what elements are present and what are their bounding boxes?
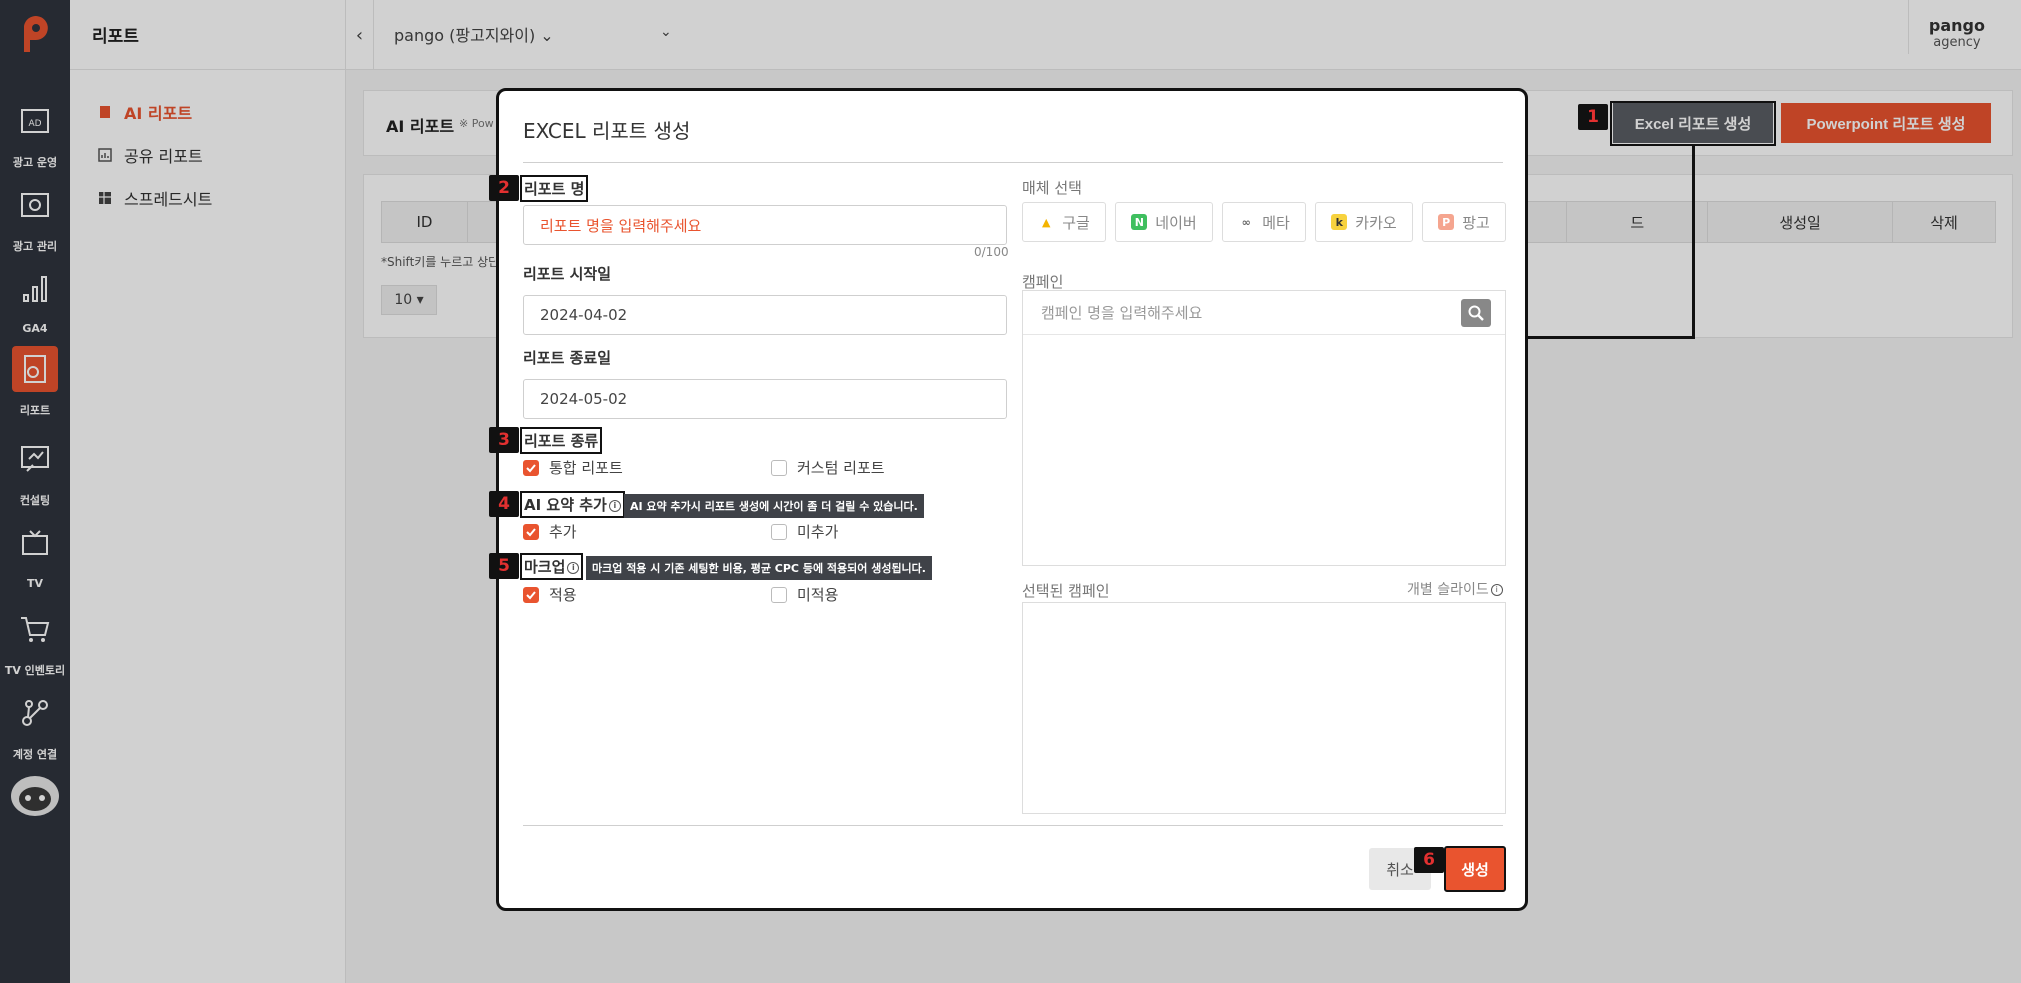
excel-report-modal: EXCEL 리포트 생성 2 리포트 명 리포트 명을 입력해주세요 0/100… <box>489 88 1528 911</box>
campaign-list: 캠페인 명을 입력해주세요 <box>1022 290 1506 566</box>
selected-campaign-label: 선택된 캠페인 <box>1022 582 1110 600</box>
step-marker: 5 <box>489 553 519 579</box>
media-google-button[interactable]: ▲ 구글 <box>1022 202 1106 242</box>
media-label-text: 팡고 <box>1462 213 1490 232</box>
callout-line <box>1528 336 1695 339</box>
step-marker: 4 <box>489 491 519 517</box>
start-date-label: 리포트 시작일 <box>523 265 612 283</box>
checkbox-label: 커스텀 리포트 <box>797 459 885 477</box>
individual-slide-text: 개별 슬라이드 <box>1407 582 1489 598</box>
media-label: 매체 선택 <box>1022 179 1082 197</box>
ai-summary-label-text: AI 요약 추가 <box>524 496 607 514</box>
checkbox-label: 미추가 <box>797 523 839 541</box>
media-kakao-button[interactable]: k 카카오 <box>1315 202 1413 242</box>
individual-slide-label[interactable]: 개별 슬라이드 i <box>1407 579 1503 599</box>
checkbox-unchecked-icon <box>771 586 787 603</box>
checkbox-label: 적용 <box>549 586 577 604</box>
step-marker: 3 <box>489 427 519 453</box>
media-label-text: 구글 <box>1062 213 1090 232</box>
markup-label: 마크업 i <box>520 553 584 580</box>
checkbox-checked-icon <box>523 586 539 603</box>
divider <box>523 162 1503 163</box>
callout-box <box>1610 101 1776 146</box>
checkbox-unchecked-icon <box>771 523 787 540</box>
report-type-label: 리포트 종류 <box>520 427 603 454</box>
step-marker: 6 <box>1414 847 1444 873</box>
media-label-text: 메타 <box>1262 213 1290 232</box>
media-pango-button[interactable]: P 팡고 <box>1422 202 1506 242</box>
checkbox-integrated-report[interactable]: 통합 리포트 <box>523 457 623 478</box>
google-icon: ▲ <box>1041 215 1051 229</box>
markup-tooltip: 마크업 적용 시 기존 세팅한 비용, 평균 CPC 등에 적용되어 생성됩니다… <box>586 556 932 580</box>
end-date-label: 리포트 종료일 <box>523 349 612 367</box>
checkbox-label: 추가 <box>549 523 577 541</box>
media-label-text: 카카오 <box>1355 213 1397 232</box>
end-date-input[interactable]: 2024-05-02 <box>523 379 1007 419</box>
search-icon <box>1468 305 1484 321</box>
media-naver-button[interactable]: N 네이버 <box>1115 202 1213 242</box>
checkbox-label: 통합 리포트 <box>549 459 623 477</box>
checkbox-checked-icon <box>523 459 539 476</box>
step-marker: 2 <box>489 175 519 201</box>
naver-icon: N <box>1131 214 1148 230</box>
media-meta-button[interactable]: ∞ 메타 <box>1222 202 1306 242</box>
step-marker: 1 <box>1578 104 1608 130</box>
checkbox-unchecked-icon <box>771 459 787 476</box>
checkbox-ai-add[interactable]: 추가 <box>523 521 577 542</box>
ai-summary-label: AI 요약 추가 i <box>520 491 625 518</box>
report-name-input[interactable]: 리포트 명을 입력해주세요 <box>523 205 1007 245</box>
callout-line <box>1692 146 1695 339</box>
info-icon[interactable]: i <box>608 499 621 512</box>
selected-campaign-list <box>1022 602 1506 814</box>
checkbox-custom-report[interactable]: 커스텀 리포트 <box>771 457 885 478</box>
start-date-input[interactable]: 2024-04-02 <box>523 295 1007 335</box>
divider <box>523 825 1503 826</box>
campaign-label: 캠페인 <box>1022 273 1064 291</box>
info-icon[interactable]: i <box>1490 584 1503 596</box>
report-name-counter: 0/100 <box>974 245 1009 259</box>
meta-icon: ∞ <box>1241 215 1251 229</box>
checkbox-markup-no-apply[interactable]: 미적용 <box>771 584 838 605</box>
markup-label-text: 마크업 <box>524 558 566 576</box>
kakao-icon: k <box>1331 214 1348 230</box>
checkbox-ai-no-add[interactable]: 미추가 <box>771 521 838 542</box>
campaign-search-input[interactable]: 캠페인 명을 입력해주세요 <box>1023 291 1505 335</box>
checkbox-label: 미적용 <box>797 586 839 604</box>
info-icon[interactable]: i <box>567 561 580 574</box>
checkbox-markup-apply[interactable]: 적용 <box>523 584 577 605</box>
media-label-text: 네이버 <box>1155 213 1197 232</box>
pango-icon: P <box>1438 214 1455 230</box>
modal-title: EXCEL 리포트 생성 <box>523 119 691 143</box>
checkbox-checked-icon <box>523 523 539 540</box>
create-button[interactable]: 생성 <box>1444 846 1506 892</box>
search-button[interactable] <box>1461 299 1491 327</box>
report-name-label: 리포트 명 <box>520 175 589 202</box>
ai-summary-tooltip: AI 요약 추가시 리포트 생성에 시간이 좀 더 걸릴 수 있습니다. <box>624 494 924 518</box>
